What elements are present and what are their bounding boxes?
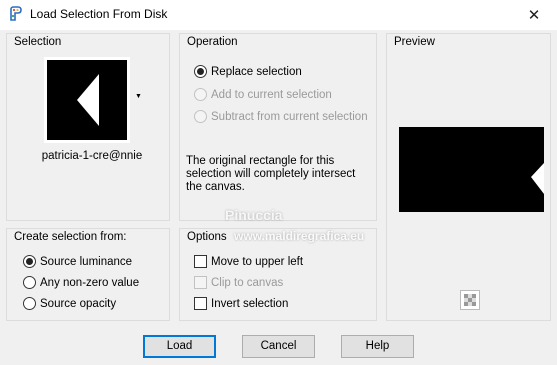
checkbox-invert-selection[interactable]: Invert selection [194,297,288,310]
cancel-button[interactable]: Cancel [242,335,315,358]
radio-button[interactable] [194,65,207,78]
radio-label: Subtract from current selection [211,110,368,123]
radio-label: Add to current selection [211,88,332,101]
radio-button[interactable] [23,255,36,268]
title-bar: Load Selection From Disk ✕ [0,0,557,30]
preview-group-title: Preview [393,36,436,48]
radio-add-to-selection[interactable]: Add to current selection [194,88,332,101]
options-group-title: Options [186,231,228,243]
help-button[interactable]: Help [341,335,414,358]
radio-label: Source luminance [40,255,133,268]
selection-group: Selection ▼ patricia-1-cre@nnie [6,33,170,221]
preview-canvas [399,127,544,212]
load-button[interactable]: Load [143,335,216,358]
radio-label: Any non-zero value [40,276,140,289]
operation-group-title: Operation [186,36,239,48]
preview-shape [531,163,544,194]
radio-subtract-from-selection[interactable]: Subtract from current selection [194,110,368,123]
chevron-down-icon[interactable]: ▼ [135,93,142,100]
radio-label: Source opacity [40,297,117,310]
radio-replace-selection[interactable]: Replace selection [194,65,302,78]
watermark-name: Pinuccia [225,207,283,223]
close-button[interactable]: ✕ [511,0,557,30]
operation-group: Operation Replace selection Add to curre… [179,33,377,221]
selection-thumbnail[interactable] [44,57,130,143]
radio-any-non-zero[interactable]: Any non-zero value [23,276,139,289]
checkbox-label: Move to upper left [211,255,304,268]
radio-button[interactable] [23,297,36,310]
radio-source-opacity[interactable]: Source opacity [23,297,116,310]
paint-palette-icon [10,6,22,21]
radio-button[interactable] [194,88,207,101]
preview-group: Preview [386,33,551,321]
selection-group-title: Selection [13,36,63,48]
checkbox-clip-to-canvas[interactable]: Clip to canvas [194,276,283,289]
thumbnail-canvas [47,60,127,140]
create-selection-group-title: Create selection from: [13,231,128,243]
checkbox-move-to-upper-left[interactable]: Move to upper left [194,255,303,268]
radio-label: Replace selection [211,65,302,78]
checkbox[interactable] [194,276,207,289]
transparency-checker-icon[interactable] [460,290,480,310]
checkbox-label: Clip to canvas [211,276,284,289]
close-icon: ✕ [527,7,541,24]
radio-button[interactable] [23,276,36,289]
selection-file-name: patricia-1-cre@nnie [41,150,143,162]
checkbox[interactable] [194,255,207,268]
checkbox[interactable] [194,297,207,310]
watermark-site: www.maldiregrafica.eu [234,229,365,243]
create-selection-group: Create selection from: Source luminance … [6,228,170,321]
radio-button[interactable] [194,110,207,123]
thumbnail-shape [77,74,99,126]
operation-info-text: The original rectangle for this selectio… [186,155,356,193]
checkbox-label: Invert selection [211,297,289,310]
radio-source-luminance[interactable]: Source luminance [23,255,132,268]
window-title: Load Selection From Disk [30,7,168,21]
